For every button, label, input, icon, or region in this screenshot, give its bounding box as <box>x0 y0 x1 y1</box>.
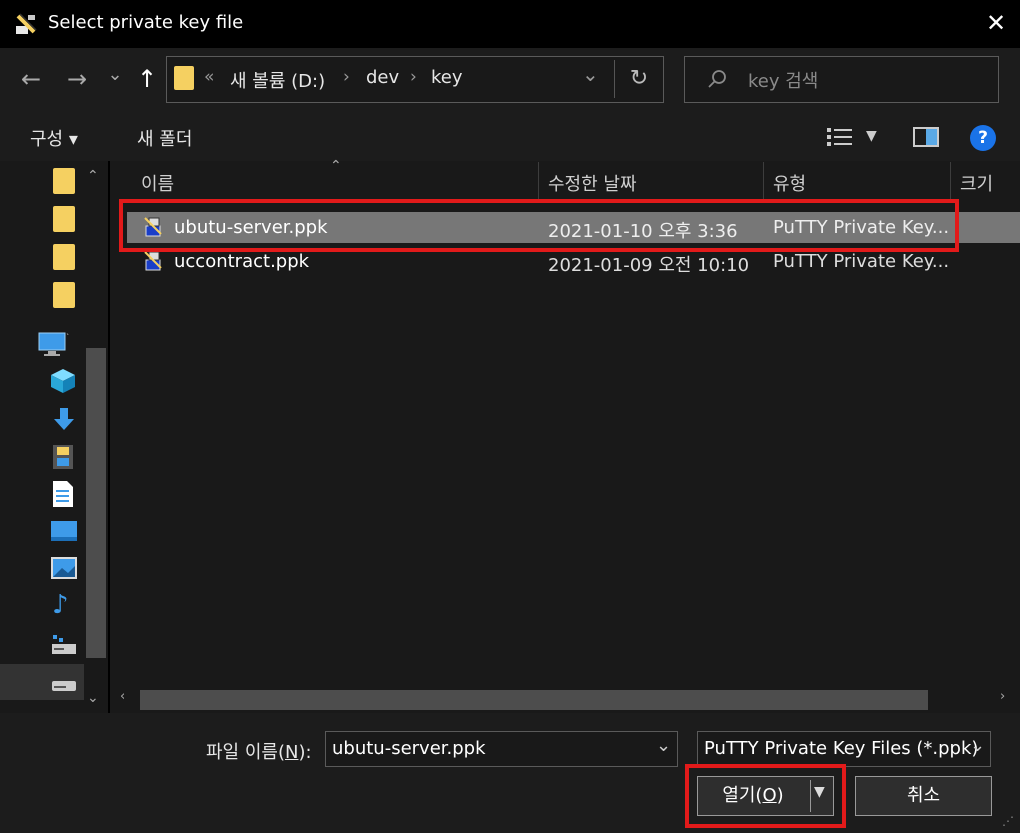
file-type-dropdown-icon[interactable]: ⌄ <box>970 735 985 756</box>
recent-locations-icon[interactable]: ⌄ <box>100 60 130 90</box>
network-drive-icon[interactable] <box>50 634 78 656</box>
file-name-value: ubutu-server.ppk <box>332 738 486 759</box>
address-divider <box>614 60 615 98</box>
back-button[interactable]: ← <box>16 64 46 94</box>
preview-pane-icon[interactable] <box>913 127 939 147</box>
file-name-dropdown-icon[interactable]: ⌄ <box>656 735 671 756</box>
pictures-icon[interactable] <box>50 556 78 580</box>
column-separator[interactable] <box>763 162 764 200</box>
scroll-right-icon[interactable]: › <box>1000 689 1005 704</box>
view-options-icon[interactable] <box>826 126 854 148</box>
search-input[interactable] <box>684 56 999 103</box>
folder-icon[interactable] <box>53 206 75 232</box>
documents-icon[interactable] <box>52 480 74 508</box>
highlight-box-open <box>685 764 846 828</box>
column-header-type[interactable]: 유형 <box>773 170 806 196</box>
folder-icon[interactable] <box>53 244 75 270</box>
address-dropdown-icon[interactable]: ⌄ <box>582 62 599 86</box>
nav-scrollbar-thumb[interactable] <box>86 348 106 658</box>
up-button[interactable]: ↑ <box>132 64 162 94</box>
breadcrumb-key[interactable]: key <box>431 67 463 88</box>
overflow-chevron-icon[interactable]: « <box>204 67 214 87</box>
search-icon <box>708 70 726 88</box>
breadcrumb-separator-icon[interactable]: › <box>343 67 350 87</box>
folder-icon[interactable] <box>53 282 75 308</box>
view-dropdown-icon[interactable]: ▼ <box>866 128 877 144</box>
file-name-label: 파일 이름(N): <box>206 742 312 763</box>
scroll-down-icon[interactable]: ⌄ <box>87 690 99 706</box>
folder-icon[interactable] <box>53 168 75 194</box>
refresh-button[interactable]: ↻ <box>624 64 654 94</box>
highlight-box-file <box>119 199 959 252</box>
breadcrumb-dev[interactable]: dev <box>366 67 399 88</box>
local-drive-icon[interactable] <box>50 676 78 694</box>
help-button[interactable]: ? <box>970 125 996 151</box>
desktop-icon[interactable] <box>50 520 78 542</box>
column-header-size[interactable]: 크기 <box>960 170 993 196</box>
computer-icon[interactable]: ` <box>38 332 70 358</box>
search-placeholder: key 검색 <box>748 71 819 92</box>
column-header-name[interactable]: 이름 <box>141 170 174 196</box>
cancel-button[interactable]: 취소 <box>855 776 992 816</box>
file-type: PuTTY Private Key... <box>773 251 950 272</box>
folder-icon <box>174 66 194 90</box>
column-separator[interactable] <box>538 162 539 200</box>
scroll-up-icon[interactable]: ⌃ <box>87 168 99 184</box>
svg-text:`: ` <box>66 332 70 342</box>
breadcrumb-separator-icon[interactable]: › <box>410 67 417 87</box>
new-folder-button[interactable]: 새 폴더 <box>137 125 192 151</box>
putty-key-icon <box>16 13 37 34</box>
horizontal-scrollbar-thumb[interactable] <box>140 690 928 710</box>
column-separator[interactable] <box>950 162 951 200</box>
file-modified: 2021-01-09 오전 10:10 <box>548 255 750 276</box>
organize-menu[interactable]: 구성 ▾ <box>30 125 78 151</box>
resize-grip-icon[interactable]: ⋰ <box>1002 814 1014 828</box>
close-icon[interactable]: ✕ <box>982 9 1010 37</box>
forward-button[interactable]: → <box>62 64 92 94</box>
column-header-modified[interactable]: 수정한 날짜 <box>548 170 637 196</box>
scroll-left-icon[interactable]: ‹ <box>120 689 125 704</box>
downloads-icon[interactable] <box>52 406 76 432</box>
3d-objects-icon[interactable] <box>50 368 76 394</box>
music-icon[interactable]: ♪ <box>52 590 69 620</box>
window-title: Select private key file <box>48 12 244 33</box>
file-name[interactable]: uccontract.ppk <box>174 251 309 272</box>
file-type-value: PuTTY Private Key Files (*.ppk) <box>704 738 979 759</box>
videos-icon[interactable] <box>52 444 74 470</box>
ppk-file-icon <box>144 251 162 271</box>
sort-ascending-icon: ⌃ <box>330 158 342 174</box>
breadcrumb-drive[interactable]: 새 볼륨 (D:) <box>230 67 325 93</box>
